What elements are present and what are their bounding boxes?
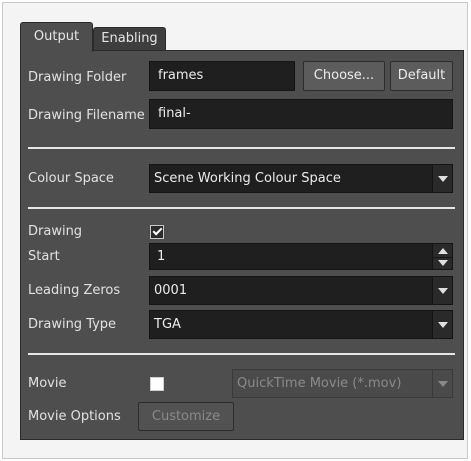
start-value: 1	[157, 249, 166, 264]
movie-format-value: QuickTime Movie (*.mov)	[237, 376, 402, 391]
movie-options-label: Movie Options	[28, 409, 121, 424]
chevron-down-icon[interactable]	[438, 260, 448, 266]
customize-button[interactable]: Customize	[138, 402, 234, 431]
chevron-up-icon[interactable]	[438, 248, 448, 254]
drawing-filename-label: Drawing Filename	[28, 108, 145, 123]
movie-label: Movie	[28, 376, 67, 391]
drawing-folder-label: Drawing Folder	[28, 70, 127, 85]
drawing-folder-input[interactable]: frames	[149, 61, 295, 91]
chevron-down-icon[interactable]	[432, 370, 452, 397]
colour-space-value: Scene Working Colour Space	[154, 171, 341, 186]
movie-checkbox[interactable]	[150, 377, 164, 391]
chevron-down-icon[interactable]	[432, 277, 452, 304]
leading-zeros-dropdown[interactable]: 0001	[149, 276, 453, 305]
default-button[interactable]: Default	[390, 61, 453, 91]
separator	[28, 353, 455, 355]
tab-output[interactable]: Output	[20, 22, 93, 52]
colour-space-dropdown[interactable]: Scene Working Colour Space	[149, 164, 453, 193]
colour-space-label: Colour Space	[28, 171, 114, 186]
separator	[28, 207, 455, 209]
separator	[28, 147, 455, 149]
start-label: Start	[28, 249, 60, 264]
drawing-type-dropdown[interactable]: TGA	[149, 310, 453, 339]
drawing-type-value: TGA	[154, 317, 181, 332]
chevron-down-icon[interactable]	[432, 311, 452, 338]
leading-zeros-label: Leading Zeros	[28, 283, 121, 298]
drawing-filename-input[interactable]: final-	[149, 99, 453, 129]
checkmark-icon	[152, 225, 163, 236]
chevron-down-icon[interactable]	[432, 165, 452, 192]
choose-button[interactable]: Choose...	[303, 61, 385, 91]
drawing-label: Drawing	[28, 224, 83, 239]
output-panel: Drawing Folder frames Choose... Default …	[20, 50, 464, 440]
drawing-checkbox[interactable]	[150, 225, 164, 239]
movie-format-dropdown[interactable]: QuickTime Movie (*.mov)	[232, 369, 453, 398]
leading-zeros-value: 0001	[154, 283, 188, 298]
spin-buttons[interactable]	[432, 244, 453, 269]
start-spinbox[interactable]: 1	[149, 243, 453, 270]
tab-enabling[interactable]: Enabling	[93, 27, 166, 51]
drawing-type-label: Drawing Type	[28, 317, 117, 332]
